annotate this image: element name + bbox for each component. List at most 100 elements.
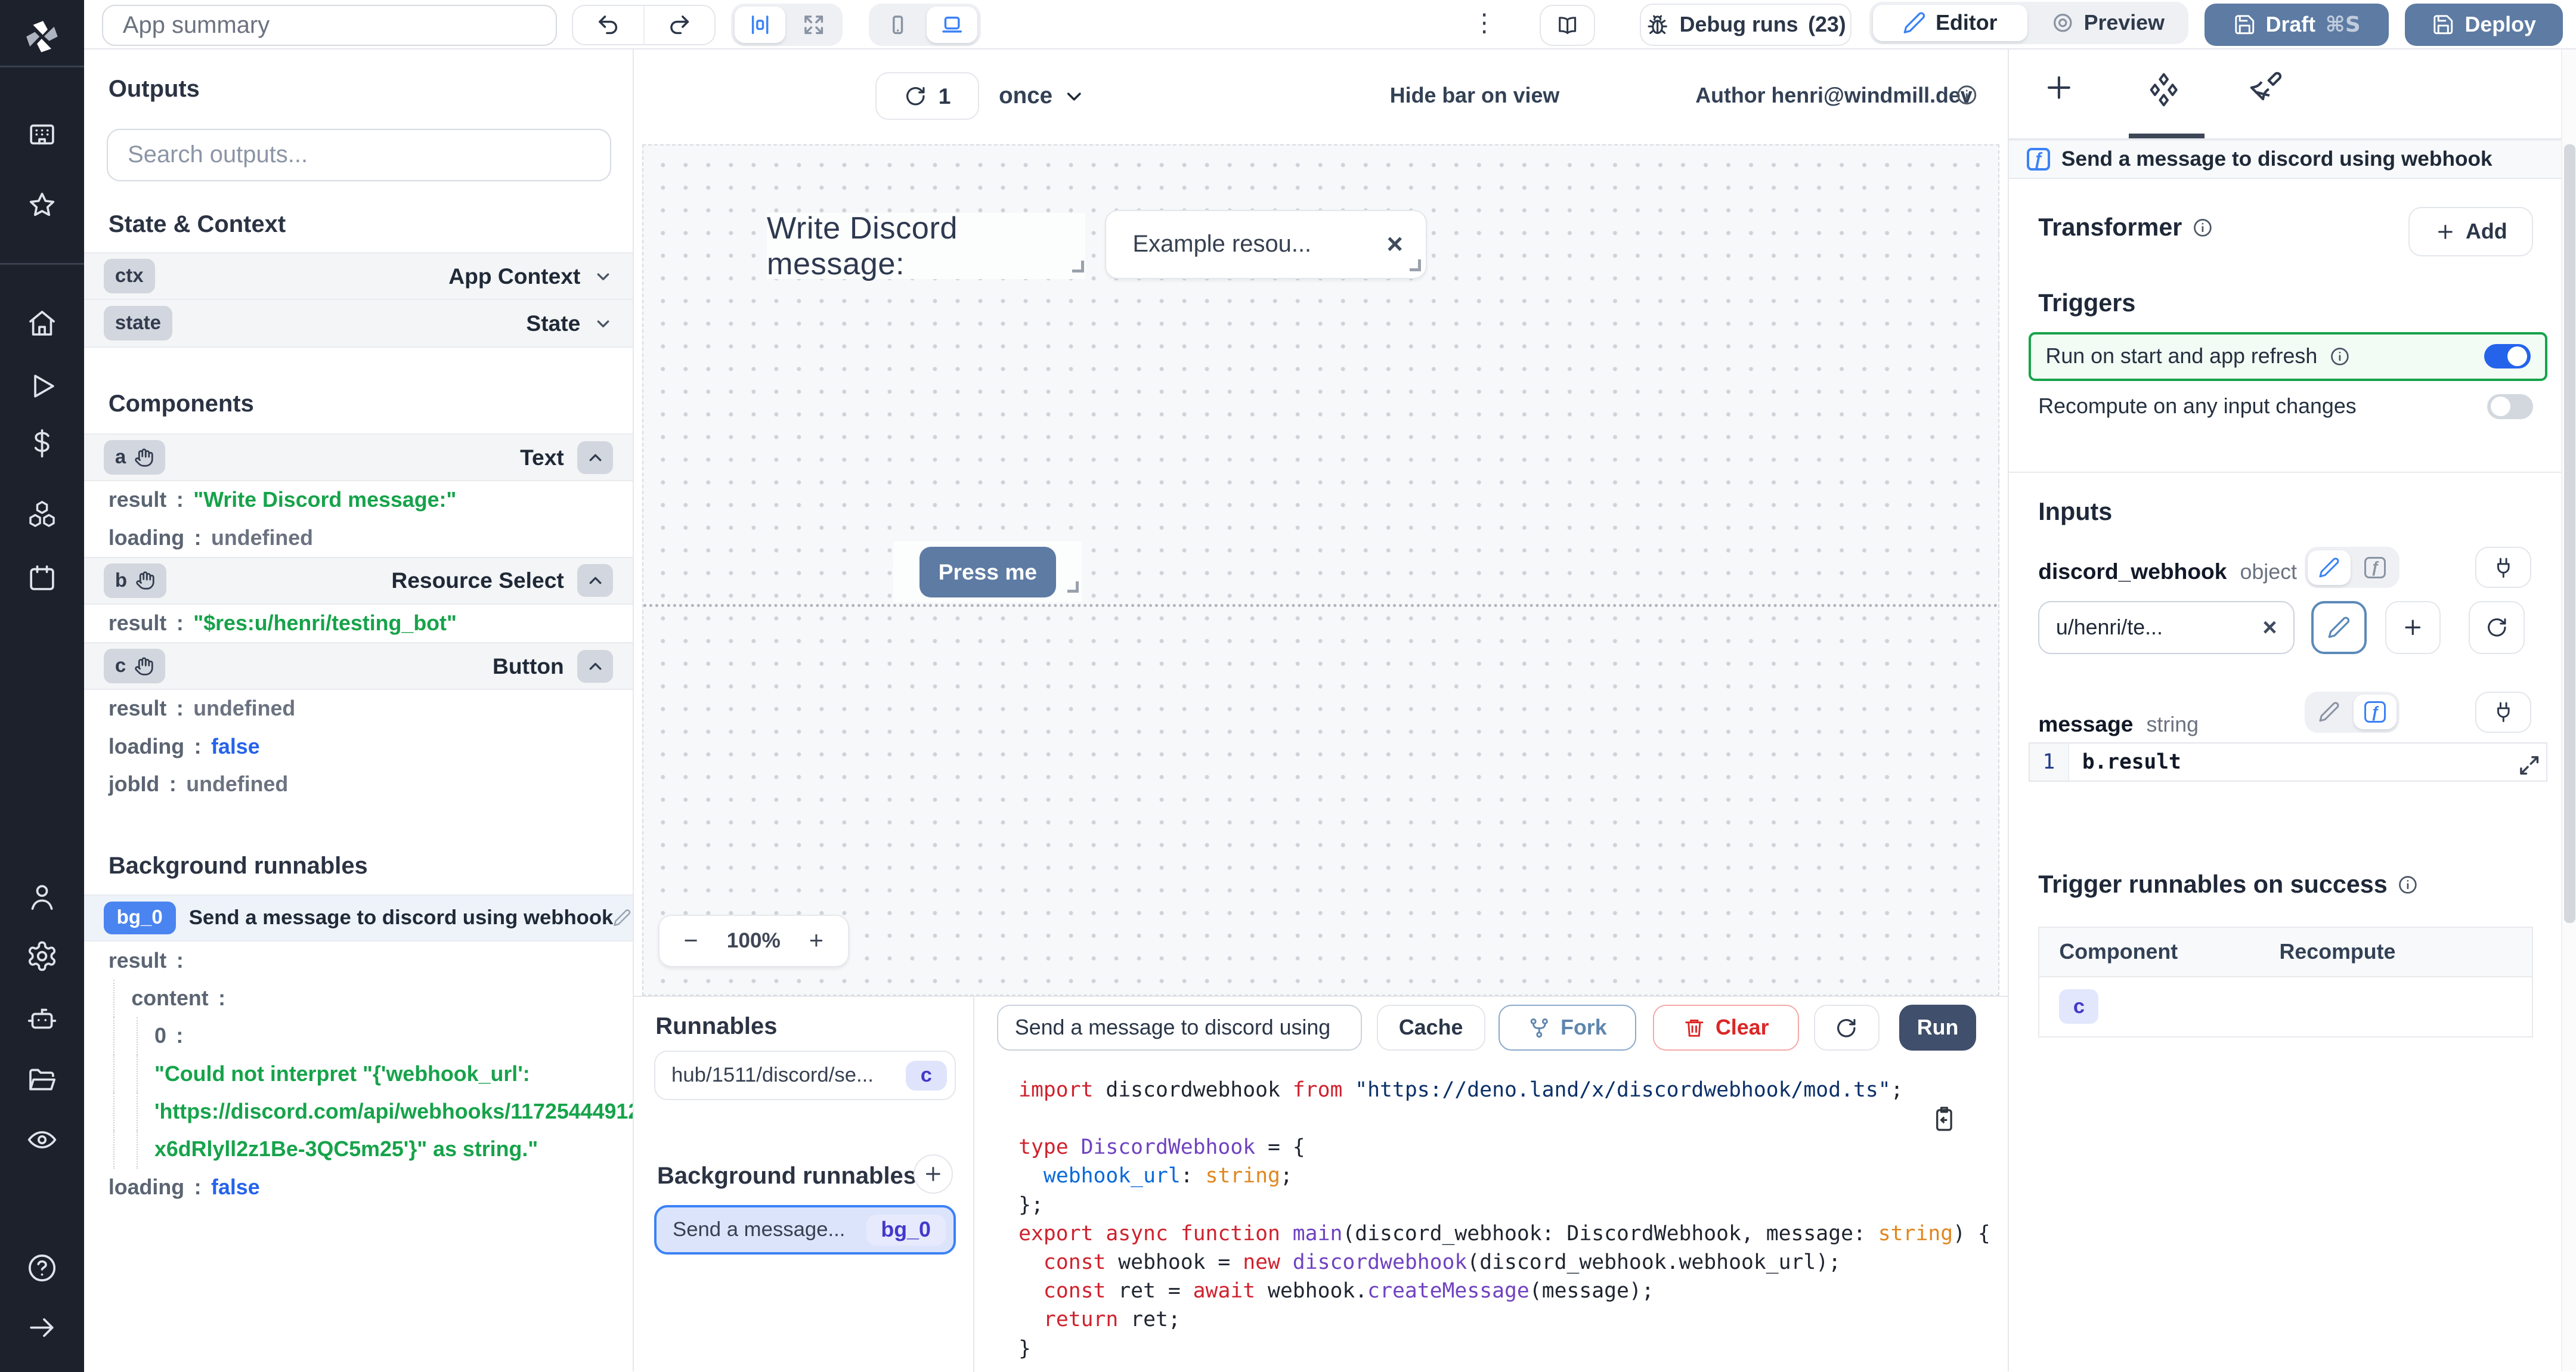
zoom-out-button[interactable]: − [660,927,722,955]
transformer-title: Transformer [2038,213,2182,241]
tab-add-component-plus-icon[interactable] [2042,70,2076,105]
add-background-runnable-button[interactable] [913,1154,953,1194]
workspace-icon[interactable] [0,105,84,164]
settings-gear-icon[interactable] [0,927,84,986]
users-person-icon[interactable] [0,868,84,927]
docs-book-button[interactable] [1539,5,1596,47]
connect-plug-button[interactable] [2475,547,2531,589]
static-pencil-mode-button[interactable] [2308,550,2351,585]
canvas-resource-select-component[interactable]: Example resou... × [1105,209,1428,279]
refresh-resource-button[interactable] [2469,601,2525,654]
component-header-c[interactable]: c Button [83,642,633,690]
output-kv-row: result: "$res:u/henri/testing_bot" [108,611,457,635]
chevron-down-icon[interactable] [593,314,613,333]
code-line: return ret; [1043,1308,1181,1332]
output-row-ctx[interactable]: ctx App Context [83,252,633,301]
redo-button[interactable] [643,6,714,44]
tab-preview[interactable]: Preview [2030,5,2185,41]
debug-runs-button[interactable]: Debug runs (23) [1639,3,1852,47]
canvas-toolbar: 1 once Hide bar on view Author henri@win… [634,49,2008,145]
info-icon[interactable] [2397,874,2419,896]
scrollbar-thumb[interactable] [2563,144,2576,924]
eval-function-mode-button[interactable]: ƒ [2354,695,2397,730]
code-editor[interactable]: import discordwebhook from "https://deno… [974,1061,2008,1371]
message-expression-editor[interactable]: 1 b.result [2028,742,2548,782]
component-header-b[interactable]: b Resource Select [83,556,633,605]
undo-button[interactable] [573,6,643,44]
add-resource-button[interactable] [2385,601,2441,654]
schedules-calendar-icon[interactable] [0,549,84,608]
eval-function-mode-button[interactable]: ƒ [2354,550,2397,585]
help-icon[interactable] [0,1238,84,1297]
add-transformer-button[interactable]: Add [2408,207,2534,256]
deploy-button[interactable]: Deploy [2405,3,2563,47]
recompute-toggle[interactable] [2487,394,2534,419]
search-outputs-input[interactable] [107,128,611,181]
expand-editor-icon[interactable] [2516,752,2542,778]
windmill-logo-icon[interactable] [0,7,84,66]
runnable-item[interactable]: hub/1511/discord/se... c [654,1051,956,1101]
collapse-chevron-up-icon[interactable] [577,564,614,597]
home-icon[interactable] [0,294,84,353]
inspector-header: ƒ Send a message to discord using webhoo… [2008,140,2563,179]
runnable-name-input[interactable] [997,1005,1362,1051]
hand-pointer-icon [135,656,153,676]
full-width-button[interactable] [788,7,839,43]
mobile-view-button[interactable] [872,7,923,43]
cache-button[interactable]: Cache [1376,1005,1485,1051]
resources-cubes-icon[interactable] [0,485,84,544]
output-kv-row: loading: undefined [108,525,314,550]
info-icon[interactable] [2329,346,2351,367]
output-row-state[interactable]: state State [83,300,633,348]
refresh-code-button[interactable] [1813,1005,1880,1051]
app-summary-input[interactable] [101,5,557,47]
tab-component-settings-icon[interactable] [2145,70,2182,108]
edit-resource-pencil-button[interactable] [2311,601,2367,654]
runs-play-icon[interactable] [0,357,84,416]
background-runnable-item-selected[interactable]: Send a message... bg_0 [654,1205,956,1255]
trigger-label: Recompute on any input changes [2038,394,2357,419]
workers-robot-icon[interactable] [0,989,84,1048]
refresh-count-button[interactable]: 1 [875,72,979,120]
refresh-mode-dropdown[interactable]: once [999,72,1085,120]
run-on-start-toggle[interactable] [2484,344,2531,369]
tab-editor[interactable]: Editor [1872,5,2027,41]
variables-dollar-icon[interactable] [0,414,84,473]
connect-plug-button[interactable] [2475,691,2531,733]
collapse-chevron-up-icon[interactable] [577,649,614,683]
canvas-press-me-button[interactable]: Press me [919,546,1056,598]
zoom-in-button[interactable]: + [785,927,847,955]
trigger-success-title: Trigger runnables on success [2038,871,2388,899]
resize-handle[interactable] [1072,261,1084,272]
fork-button[interactable]: Fork [1498,1005,1637,1051]
audit-eye-icon[interactable] [0,1110,84,1169]
background-runnables-subtitle: Background runnables [657,1162,917,1189]
background-runnable-row-bg0[interactable]: bg_0 Send a message to discord using web… [83,894,633,942]
component-header-a[interactable]: a Text [83,433,633,482]
collapse-chevron-up-icon[interactable] [577,441,614,474]
folders-icon[interactable] [0,1050,84,1109]
draft-button[interactable]: Draft ⌘S [2205,3,2389,47]
collapse-sidebar-arrow-icon[interactable] [0,1298,84,1357]
info-icon[interactable] [2192,217,2213,239]
bounded-width-button[interactable] [734,7,785,43]
resource-picker[interactable]: u/henri/te... × [2038,601,2295,654]
resize-handle[interactable] [1067,581,1079,593]
left-rail [0,0,84,1372]
resize-handle[interactable] [1409,259,1422,271]
static-pencil-mode-button[interactable] [2308,695,2351,729]
chevron-down-icon[interactable] [593,267,613,286]
more-options-kebab-icon[interactable]: ⋮ [1472,8,1497,37]
tab-styling-brush-icon[interactable] [2249,70,2283,105]
canvas-text-component[interactable]: Write Discord message: [766,211,1086,281]
copy-code-icon[interactable] [1930,1105,1958,1133]
favorites-star-icon[interactable] [0,176,84,235]
desktop-view-button[interactable] [926,7,978,43]
edit-pencil-icon[interactable] [613,909,631,927]
run-button[interactable]: Run [1899,1005,1977,1051]
info-icon[interactable] [1955,83,1979,107]
clear-resource-icon[interactable]: × [2262,615,2277,640]
app-canvas[interactable]: Write Discord message: Example resou... … [642,144,1999,996]
clear-button[interactable]: Clear [1652,1005,1799,1051]
clear-selection-icon[interactable]: × [1386,230,1402,258]
